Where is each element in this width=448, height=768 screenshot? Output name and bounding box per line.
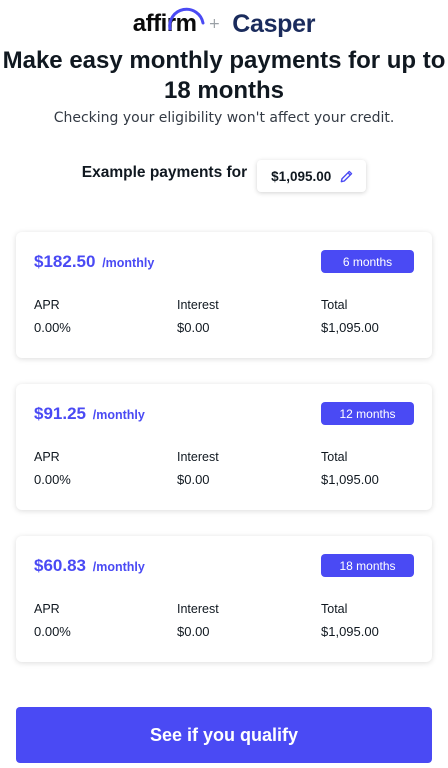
total-value: $1,095.00 <box>321 320 379 335</box>
amount-value: $1,095.00 <box>271 168 332 184</box>
interest-stat: Interest $0.00 <box>177 298 219 335</box>
example-payments-row: Example payments for $1,095.00 <box>0 160 448 192</box>
page-title: Make easy monthly payments for up to 18 … <box>2 47 446 104</box>
term-badge: 18 months <box>321 554 414 577</box>
apr-label: APR <box>34 450 60 464</box>
apr-value: 0.00% <box>34 624 71 639</box>
per-month-label: /monthly <box>92 560 145 574</box>
per-month-label: /monthly <box>102 256 155 270</box>
plus-sign: + <box>208 16 221 32</box>
see-if-you-qualify-button[interactable]: See if you qualify <box>16 707 432 763</box>
total-label: Total <box>321 602 348 616</box>
interest-value: $0.00 <box>177 472 210 487</box>
plan-card-12-months[interactable]: $91.25 /monthly 12 months APR 0.00% Inte… <box>16 384 432 510</box>
plan-card-18-months[interactable]: $60.83 /monthly 18 months APR 0.00% Inte… <box>16 536 432 662</box>
monthly-payment: $60.83 /monthly <box>34 556 145 576</box>
total-label: Total <box>321 298 348 312</box>
interest-value: $0.00 <box>177 624 210 639</box>
apr-value: 0.00% <box>34 472 71 487</box>
example-payments-label: Example payments for <box>81 164 248 181</box>
monthly-amount: $91.25 <box>34 404 86 423</box>
interest-stat: Interest $0.00 <box>177 450 219 487</box>
total-value: $1,095.00 <box>321 472 379 487</box>
affirm-logo: affirm <box>133 7 205 38</box>
interest-stat: Interest $0.00 <box>177 602 219 639</box>
page-subtitle: Checking your eligibility won't affect y… <box>53 110 395 126</box>
amount-edit-field[interactable]: $1,095.00 <box>257 160 367 192</box>
term-badge: 12 months <box>321 402 414 425</box>
total-stat: Total $1,095.00 <box>321 602 379 639</box>
monthly-payment: $91.25 /monthly <box>34 404 145 424</box>
apr-stat: APR 0.00% <box>34 298 71 335</box>
brand-header: affirm + Casper <box>0 6 448 42</box>
interest-label: Interest <box>177 298 219 312</box>
total-label: Total <box>321 450 348 464</box>
interest-value: $0.00 <box>177 320 210 335</box>
pencil-icon[interactable] <box>339 169 354 184</box>
interest-label: Interest <box>177 602 219 616</box>
apr-value: 0.00% <box>34 320 71 335</box>
total-stat: Total $1,095.00 <box>321 298 379 335</box>
apr-label: APR <box>34 298 60 312</box>
total-value: $1,095.00 <box>321 624 379 639</box>
interest-label: Interest <box>177 450 219 464</box>
term-badge: 6 months <box>321 250 414 273</box>
total-stat: Total $1,095.00 <box>321 450 379 487</box>
monthly-payment: $182.50 /monthly <box>34 252 154 272</box>
apr-stat: APR 0.00% <box>34 602 71 639</box>
casper-logo: Casper <box>232 9 316 38</box>
apr-label: APR <box>34 602 60 616</box>
plan-card-6-months[interactable]: $182.50 /monthly 6 months APR 0.00% Inte… <box>16 232 432 358</box>
apr-stat: APR 0.00% <box>34 450 71 487</box>
per-month-label: /monthly <box>92 408 145 422</box>
affirm-arc-icon <box>168 7 205 31</box>
monthly-amount: $182.50 <box>34 252 96 271</box>
monthly-amount: $60.83 <box>34 556 86 575</box>
